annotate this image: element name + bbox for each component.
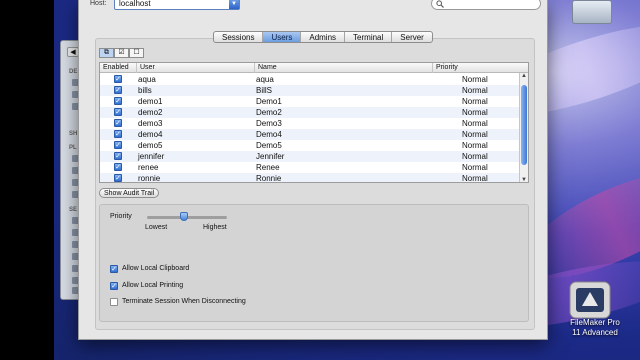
priority-cell: Normal: [462, 163, 488, 172]
sidebar-section-shared: SH: [69, 131, 78, 137]
table-row[interactable]: ✓ ronnie Ronnie Normal: [100, 173, 520, 183]
table-row[interactable]: ✓ demo1 Demo1 Normal: [100, 96, 520, 107]
tab-sessions[interactable]: Sessions: [214, 32, 264, 42]
host-value: localhost: [119, 0, 151, 8]
search-icon: [436, 0, 444, 8]
name-cell: Demo5: [256, 141, 282, 150]
filter-toggle-group: ⧉ ☑ ☐: [99, 48, 144, 58]
priority-cell: Normal: [462, 97, 488, 106]
allow-local-clipboard-checkbox[interactable]: ✓: [110, 265, 118, 273]
table-row[interactable]: ✓ demo4 Demo4 Normal: [100, 129, 520, 140]
app-label-line1: FileMaker Pro: [570, 318, 620, 327]
col-enabled[interactable]: Enabled: [100, 63, 129, 73]
filter-enabled-button[interactable]: ☑: [114, 48, 129, 58]
user-settings-panel: Priority Lowest Highest ✓ Allow Local Cl…: [99, 204, 529, 322]
option-label: Terminate Session When Disconnecting: [122, 298, 246, 305]
tab-admins[interactable]: Admins: [301, 32, 346, 42]
table-row[interactable]: ✓ renee Renee Normal: [100, 162, 520, 173]
priority-cell: Normal: [462, 119, 488, 128]
user-cell: demo1: [138, 97, 163, 106]
tab-users[interactable]: Users: [263, 32, 302, 42]
admin-sheet: Host: localhost ▼ Sessions Users Admins …: [78, 0, 548, 340]
priority-cell: Normal: [462, 86, 488, 95]
table-row[interactable]: ✓ demo3 Demo3 Normal: [100, 118, 520, 129]
name-cell: Demo2: [256, 108, 282, 117]
table-row[interactable]: ✓ aqua aqua Normal: [100, 74, 520, 85]
enabled-checkbox[interactable]: ✓: [114, 141, 122, 149]
name-cell: Demo4: [256, 130, 282, 139]
enabled-checkbox[interactable]: ✓: [114, 152, 122, 160]
enabled-checkbox[interactable]: ✓: [114, 97, 122, 105]
host-label: Host:: [90, 0, 107, 7]
tab-bar: Sessions Users Admins Terminal Server: [213, 31, 433, 43]
search-input[interactable]: [431, 0, 541, 10]
user-cell: demo4: [138, 130, 163, 139]
filter-all-button[interactable]: ⧉: [99, 48, 114, 58]
name-cell: aqua: [256, 75, 274, 84]
priority-cell: Normal: [462, 75, 488, 84]
enabled-checkbox[interactable]: ✓: [114, 130, 122, 138]
scroll-down-icon[interactable]: ▼: [520, 177, 528, 182]
host-select[interactable]: localhost ▼: [114, 0, 240, 10]
name-cell: Renee: [256, 163, 280, 172]
user-cell: ronnie: [138, 174, 161, 183]
name-cell: BillS: [256, 86, 273, 95]
enabled-checkbox[interactable]: ✓: [114, 75, 122, 83]
priority-cell: Normal: [462, 108, 488, 117]
table-row[interactable]: ✓ demo5 Demo5 Normal: [100, 140, 520, 151]
app-label-line2: 11 Advanced: [572, 328, 618, 337]
enabled-checkbox[interactable]: ✓: [114, 108, 122, 116]
option-label: Allow Local Printing: [122, 282, 184, 289]
allow-local-printing-checkbox[interactable]: ✓: [110, 282, 118, 290]
col-name[interactable]: Name: [254, 63, 277, 73]
tab-server[interactable]: Server: [392, 32, 432, 42]
user-cell: renee: [138, 163, 159, 172]
name-cell: Jennifer: [256, 152, 285, 161]
highest-label: Highest: [203, 224, 227, 231]
table-row[interactable]: ✓ bills BillS Normal: [100, 85, 520, 96]
user-cell: demo3: [138, 119, 163, 128]
user-cell: demo5: [138, 141, 163, 150]
sidebar-section-places: PL: [69, 145, 77, 151]
enabled-checkbox[interactable]: ✓: [114, 174, 122, 182]
sidebar-section-devices: DE: [69, 69, 78, 75]
col-priority[interactable]: Priority: [432, 63, 458, 73]
tab-terminal[interactable]: Terminal: [345, 32, 393, 42]
user-cell: jennifer: [138, 152, 165, 161]
sidebar-section-search: SE: [69, 207, 78, 213]
priority-cell: Normal: [462, 141, 488, 150]
enabled-checkbox[interactable]: ✓: [114, 163, 122, 171]
name-cell: Ronnie: [256, 174, 282, 183]
col-user[interactable]: User: [136, 63, 155, 73]
user-cell: bills: [138, 86, 152, 95]
filemaker-app-icon[interactable]: [568, 280, 612, 320]
show-audit-trail-button[interactable]: Show Audit Trail: [99, 188, 160, 198]
users-table: Enabled User Name Priority ✓ aqua aqua N…: [99, 62, 529, 183]
table-scrollbar[interactable]: ▲ ▼: [519, 73, 528, 182]
enabled-checkbox[interactable]: ✓: [114, 119, 122, 127]
table-row[interactable]: ✓ demo2 Demo2 Normal: [100, 107, 520, 118]
user-cell: aqua: [138, 75, 156, 84]
filemaker-app-label[interactable]: FileMaker Pro 11 Advanced: [560, 318, 630, 338]
lowest-label: Lowest: [145, 224, 168, 231]
table-header: Enabled User Name Priority: [100, 63, 528, 73]
priority-cell: Normal: [462, 174, 488, 183]
priority-cell: Normal: [462, 130, 488, 139]
terminate-session-checkbox[interactable]: [110, 298, 118, 306]
name-cell: Demo3: [256, 119, 282, 128]
table-row[interactable]: ✓ jennifer Jennifer Normal: [100, 151, 520, 162]
option-label: Allow Local Clipboard: [122, 265, 190, 272]
enabled-checkbox[interactable]: ✓: [114, 86, 122, 94]
user-cell: demo2: [138, 108, 163, 117]
priority-slider-thumb[interactable]: [180, 212, 188, 221]
priority-label: Priority: [110, 213, 132, 220]
scrollbar-thumb[interactable]: [521, 85, 527, 165]
name-cell: Demo1: [256, 97, 282, 106]
filter-disabled-button[interactable]: ☐: [129, 48, 144, 58]
scroll-up-icon[interactable]: ▲: [520, 73, 528, 79]
hard-disk-icon[interactable]: [572, 0, 612, 24]
chevron-down-icon[interactable]: ▼: [229, 0, 239, 9]
priority-cell: Normal: [462, 152, 488, 161]
